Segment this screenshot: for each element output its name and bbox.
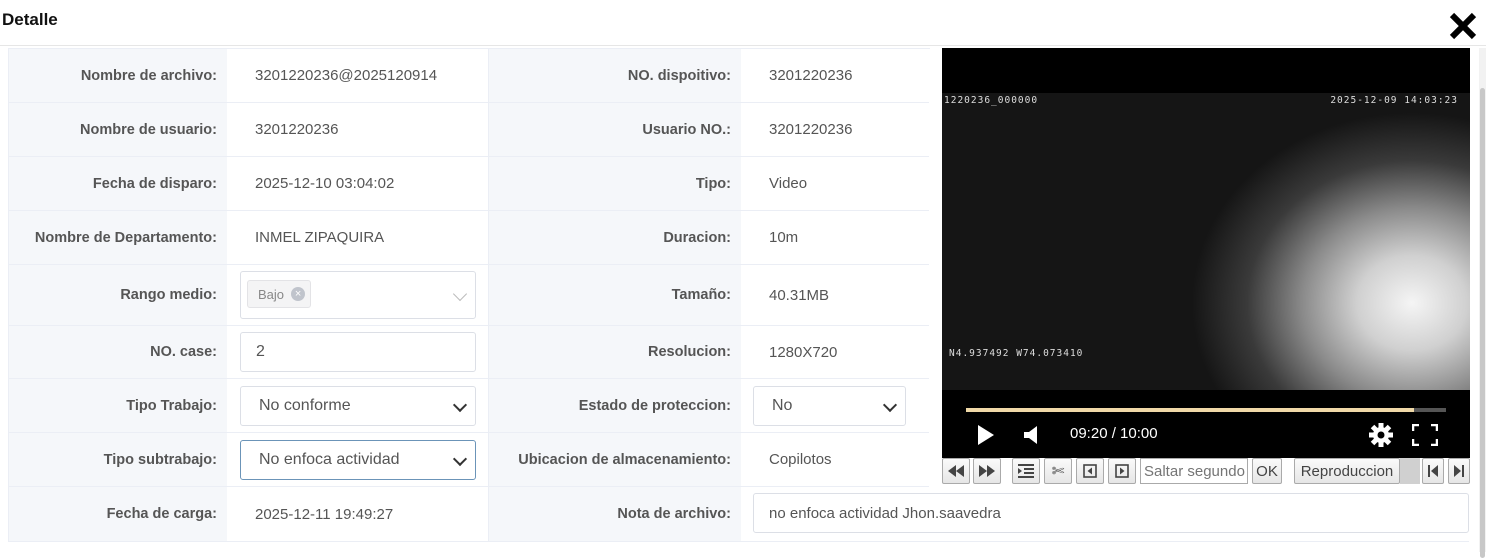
- tipo-subtrabajo-select[interactable]: No enfoca actividad: [240, 440, 476, 480]
- value-nombre-usuario: 3201220236: [227, 103, 489, 156]
- play-icon[interactable]: [978, 425, 994, 445]
- value-tipo: Video: [769, 175, 808, 192]
- label-departamento: Nombre de Departamento:: [9, 211, 227, 264]
- tag-bajo: Bajo ×: [247, 280, 312, 308]
- estado-proteccion-select[interactable]: No: [753, 386, 906, 426]
- label-rango-medio: Rango medio:: [9, 265, 227, 325]
- table-row: Nombre de archivo: 3201220236@2025120914…: [9, 49, 929, 103]
- value-tamano: 40.31MB: [769, 286, 830, 304]
- label-fecha-carga: Fecha de carga:: [9, 487, 227, 541]
- tipo-trabajo-value: No conforme: [259, 397, 351, 414]
- ok-button[interactable]: OK: [1252, 458, 1282, 484]
- no-case-input[interactable]: 2: [240, 332, 476, 372]
- label-tamano: Tamaño:: [489, 265, 741, 325]
- progress-fill: [966, 408, 1414, 412]
- playback-button[interactable]: Reproduccion: [1294, 458, 1400, 484]
- value-no-dispositivo: 3201220236: [769, 67, 853, 84]
- osd-timestamp: 2025-12-09 14:03:23: [1330, 95, 1458, 106]
- skip-end-icon[interactable]: [1448, 458, 1470, 484]
- osd-file-id: 1220236_000000: [944, 95, 1039, 106]
- scrollbar[interactable]: [1479, 48, 1486, 558]
- progress-bar[interactable]: [966, 408, 1446, 412]
- label-estado-proteccion: Estado de proteccion:: [489, 379, 741, 432]
- tag-label: Bajo: [258, 286, 285, 302]
- list-icon[interactable]: [1012, 458, 1040, 484]
- label-nombre-archivo: Nombre de archivo:: [9, 49, 227, 102]
- label-ubicacion: Ubicacion de almacenamiento:: [489, 433, 741, 486]
- close-icon[interactable]: [1447, 10, 1479, 42]
- scroll-thumb[interactable]: [1480, 88, 1485, 558]
- video-time: 09:20 / 10:00: [1070, 425, 1158, 442]
- label-no-case: NO. case:: [9, 326, 227, 378]
- label-duracion: Duracion:: [489, 211, 741, 264]
- value-fecha-disparo: 2025-12-10 03:04:02: [227, 157, 489, 210]
- settings-icon[interactable]: [1368, 422, 1394, 448]
- tag-remove-icon[interactable]: ×: [291, 287, 306, 301]
- nota-archivo-input[interactable]: no enfoca actividad Jhon.saavedra: [753, 493, 1469, 533]
- estado-proteccion-value: No: [772, 397, 793, 414]
- value-duracion: 10m: [769, 229, 799, 246]
- toolbar-spacer: [1400, 458, 1420, 484]
- label-tipo-subtrabajo: Tipo subtrabajo:: [9, 433, 227, 486]
- video-frame: [942, 93, 1470, 390]
- table-row: Nombre de usuario: 3201220236 Usuario NO…: [9, 103, 929, 157]
- dialog-header: Detalle: [0, 0, 1486, 46]
- value-resolucion: 1280X720: [769, 343, 838, 361]
- label-usuario-no: Usuario NO.:: [489, 103, 741, 156]
- label-resolucion: Resolucion:: [489, 326, 741, 378]
- next-frame-icon[interactable]: [1108, 458, 1136, 484]
- playback-toolbar: ✄ OK Reproduccion: [942, 458, 1470, 486]
- prev-frame-icon[interactable]: [1076, 458, 1104, 484]
- tipo-subtrabajo-value: No enfoca actividad: [259, 451, 400, 468]
- rango-medio-select[interactable]: Bajo ×: [240, 271, 476, 319]
- seek-seconds-input[interactable]: [1140, 458, 1248, 484]
- osd-coordinates: N4.937492 W74.073410: [949, 348, 1084, 359]
- fast-forward-icon[interactable]: [973, 458, 1001, 484]
- chevron-down-icon: [882, 397, 898, 413]
- value-ubicacion: Copilotos: [769, 451, 832, 468]
- value-usuario-no: 3201220236: [769, 121, 853, 138]
- label-nombre-usuario: Nombre de usuario:: [9, 103, 227, 156]
- skip-start-icon[interactable]: [1422, 458, 1444, 484]
- chevron-down-icon: [452, 397, 468, 413]
- value-departamento: INMEL ZIPAQUIRA: [227, 211, 489, 264]
- chevron-down-icon: [452, 286, 468, 302]
- dialog-title: Detalle: [2, 10, 58, 29]
- table-row: Nombre de Departamento: INMEL ZIPAQUIRA …: [9, 211, 929, 265]
- label-no-dispositivo: NO. dispoitivo:: [489, 49, 741, 102]
- value-nombre-archivo: 3201220236@2025120914: [227, 49, 489, 102]
- volume-icon[interactable]: [1024, 425, 1038, 445]
- label-tipo-trabajo: Tipo Trabajo:: [9, 379, 227, 432]
- video-player[interactable]: 1220236_000000 2025-12-09 14:03:23 N4.93…: [942, 48, 1470, 458]
- table-row: Fecha de disparo: 2025-12-10 03:04:02 Ti…: [9, 157, 929, 211]
- fullscreen-icon[interactable]: [1412, 424, 1438, 446]
- label-tipo: Tipo:: [489, 157, 741, 210]
- label-fecha-disparo: Fecha de disparo:: [9, 157, 227, 210]
- chevron-down-icon: [452, 451, 468, 467]
- tipo-trabajo-select[interactable]: No conforme: [240, 386, 476, 426]
- rewind-icon[interactable]: [942, 458, 970, 484]
- label-nota-archivo: Nota de archivo:: [489, 487, 741, 541]
- scissors-icon[interactable]: ✄: [1044, 458, 1072, 484]
- value-fecha-carga: 2025-12-11 19:49:27: [227, 487, 489, 541]
